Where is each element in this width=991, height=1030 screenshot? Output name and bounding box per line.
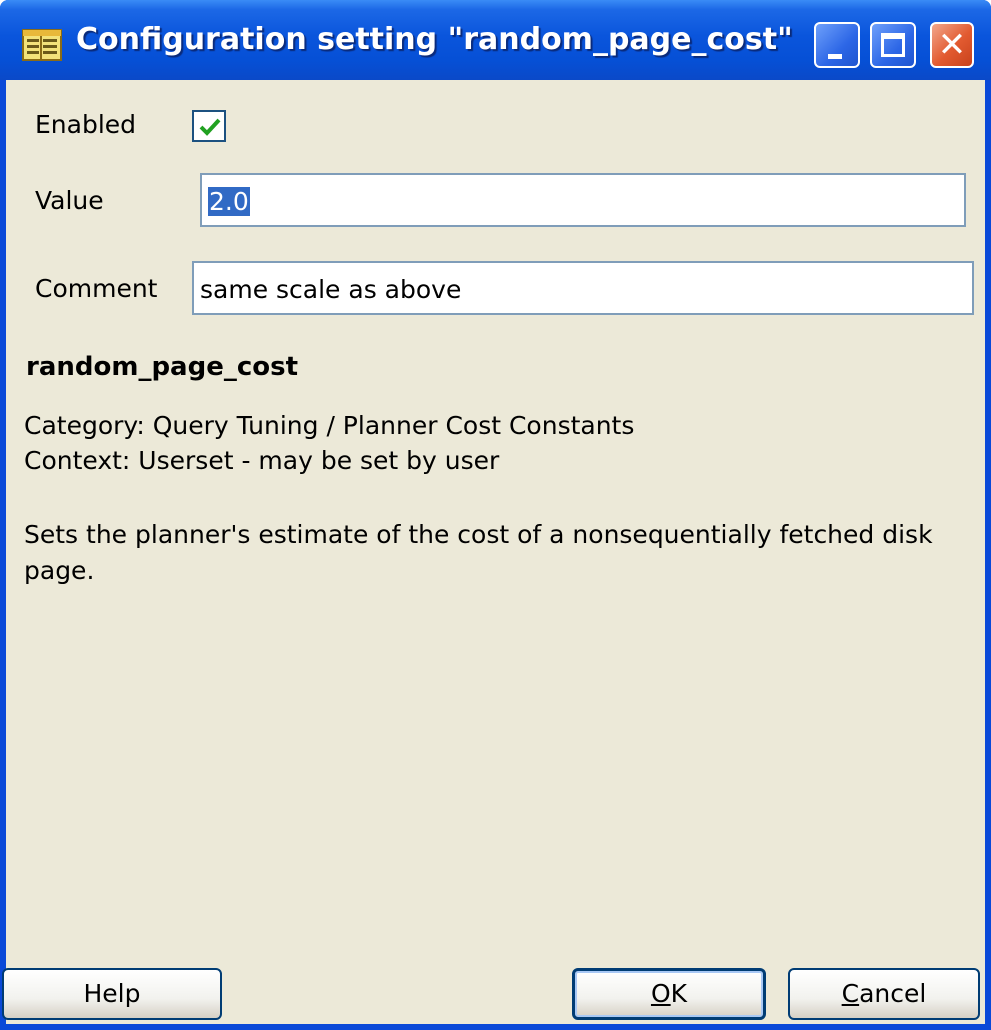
maximize-button[interactable] bbox=[870, 22, 916, 68]
context-text: Context: Userset - may be set by user bbox=[24, 446, 500, 475]
comment-label: Comment bbox=[35, 274, 158, 303]
category-text: Category: Query Tuning / Planner Cost Co… bbox=[24, 411, 635, 440]
description-line-1: Sets the planner's estimate of the cost … bbox=[24, 520, 933, 549]
ok-label-rest: K bbox=[670, 979, 688, 1008]
close-icon: ✕ bbox=[937, 25, 967, 65]
enabled-checkbox[interactable] bbox=[192, 110, 226, 142]
title-bar[interactable]: Configuration setting "random_page_cost"… bbox=[0, 0, 991, 80]
cancel-accelerator: C bbox=[841, 979, 860, 1008]
enabled-label: Enabled bbox=[35, 110, 137, 139]
dialog-window: Configuration setting "random_page_cost"… bbox=[0, 0, 991, 1030]
help-button[interactable]: Help bbox=[2, 968, 222, 1020]
comment-text: same scale as above bbox=[200, 275, 462, 304]
value-text: 2.0 bbox=[208, 187, 250, 216]
ok-button[interactable]: OK bbox=[572, 968, 766, 1020]
comment-input[interactable]: same scale as above bbox=[192, 261, 974, 315]
ok-accelerator: O bbox=[650, 979, 671, 1008]
window-title: Configuration setting "random_page_cost" bbox=[76, 22, 793, 57]
close-button[interactable]: ✕ bbox=[930, 22, 974, 68]
setting-name: random_page_cost bbox=[26, 352, 299, 382]
value-input[interactable]: 2.0 bbox=[200, 173, 966, 227]
check-icon bbox=[199, 118, 221, 136]
description-line-2: page. bbox=[24, 556, 95, 585]
maximize-icon bbox=[881, 33, 905, 57]
dialog-body: Enabled Value 2.0 Comment same scale as … bbox=[2, 80, 985, 1024]
minimize-icon bbox=[828, 54, 842, 59]
minimize-button[interactable] bbox=[814, 22, 860, 68]
cancel-button[interactable]: Cancel bbox=[788, 968, 980, 1020]
notepad-icon bbox=[22, 28, 62, 62]
cancel-label-rest: ancel bbox=[859, 979, 927, 1008]
value-label: Value bbox=[35, 186, 104, 215]
